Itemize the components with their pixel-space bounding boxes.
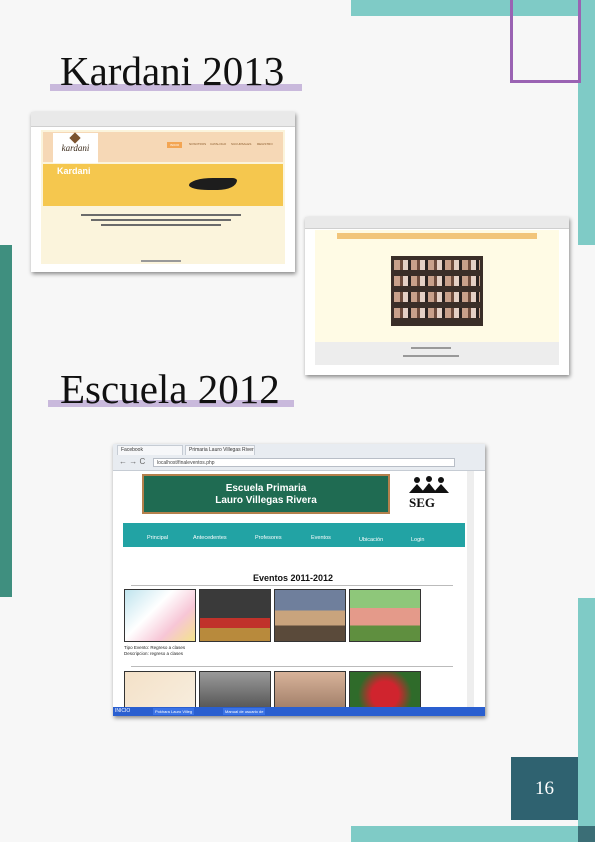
shelf-row <box>394 260 480 270</box>
event-thumb-mother-photo[interactable] <box>199 671 271 707</box>
event-thumb-back-to-school[interactable] <box>199 589 271 642</box>
intro-text-line <box>91 219 231 221</box>
page-number: 16 <box>511 757 578 820</box>
tab-facebook[interactable]: Facebook <box>117 445 183 455</box>
catalog-panel <box>315 230 559 342</box>
taskbar-item-browser[interactable]: Pokhara Lauro Villeg <box>153 708 195 715</box>
section-title-kardani: Kardani 2013 <box>60 48 285 94</box>
nav-principal[interactable]: Principal <box>147 535 168 541</box>
kardani-header: kardani INICIO NOSOTROS CATALOGO SUCURSA… <box>43 132 283 163</box>
shoe-icon <box>189 178 237 190</box>
event-thumb-children[interactable] <box>349 589 421 642</box>
shelf-row <box>394 276 480 286</box>
nav-eventos[interactable]: Eventos <box>311 535 331 541</box>
back-forward-icon[interactable]: ← → C <box>119 457 145 466</box>
seg-people-icon <box>409 476 449 493</box>
nav-catalogo[interactable]: CATALOGO <box>210 142 226 146</box>
banner-brand: Kardani <box>57 166 91 176</box>
seg-text: SEG <box>409 495 436 510</box>
browser-chrome: Facebook Primaria Lauro Villegas River ←… <box>113 444 485 471</box>
kardani-logo: kardani <box>53 132 98 163</box>
chalkboard-banner: Escuela Primaria Lauro Villegas Rivera <box>142 474 390 514</box>
left-green-bar <box>0 245 12 597</box>
school-nav: Principal Antecedentes Profesores Evento… <box>123 523 465 547</box>
event-thumb-regreso[interactable] <box>124 589 196 642</box>
divider <box>131 585 453 586</box>
url-bar[interactable]: localhost/finaleventos.php <box>153 458 455 467</box>
windows-taskbar: INICIO Pokhara Lauro Villeg Manual de us… <box>113 707 485 716</box>
nav-nosotros[interactable]: NOSOTROS <box>189 142 206 146</box>
school-line1: Escuela Primaria <box>225 483 307 494</box>
event-thumb-baby[interactable] <box>274 671 346 707</box>
catalog-header-bar <box>337 233 537 239</box>
nav-ubicacion[interactable]: Ubicación <box>359 537 383 543</box>
start-button[interactable]: INICIO <box>115 708 130 715</box>
events-title: Eventos 2011-2012 <box>252 573 334 583</box>
event-caption-desc: Descripcion: regreso a clases <box>124 651 184 656</box>
nav-inicio[interactable]: INICIO <box>167 142 183 148</box>
escuela-screenshot: Facebook Primaria Lauro Villegas River ←… <box>113 444 485 716</box>
kardani-screenshot: kardani INICIO NOSOTROS CATALOGO SUCURSA… <box>31 112 295 272</box>
nav-login[interactable]: Login <box>411 537 424 543</box>
shelf-row <box>394 308 480 318</box>
footer-text <box>403 355 459 357</box>
nav-sucursales[interactable]: SUCURSALES <box>231 142 251 146</box>
kardani-banner: Kardani <box>43 164 283 206</box>
section-title-escuela: Escuela 2012 <box>60 366 280 412</box>
catalog-page <box>315 230 559 365</box>
tab-primaria[interactable]: Primaria Lauro Villegas River <box>185 445 255 455</box>
footer-text <box>141 260 181 262</box>
intro-text-line <box>101 224 221 226</box>
seg-logo: SEG <box>403 475 455 513</box>
nav-registro[interactable]: REGISTRO <box>257 142 273 146</box>
intro-text-line <box>81 214 241 216</box>
purple-frame <box>510 0 581 83</box>
footer-text <box>411 347 451 349</box>
scrollbar[interactable] <box>467 471 474 707</box>
bottom-right-teal-bar <box>578 598 595 842</box>
kardani-catalog-screenshot <box>305 217 569 375</box>
event-caption-type: Tipo Evento: Regreso a clases <box>124 645 186 650</box>
nav-profesores[interactable]: Profesores <box>255 535 282 541</box>
event-thumb-mothers-day[interactable] <box>124 671 196 707</box>
nav-antecedentes[interactable]: Antecedentes <box>193 535 227 541</box>
browser-chrome <box>31 112 295 127</box>
logo-diamond-icon <box>69 132 81 144</box>
event-thumb-rose[interactable] <box>349 671 421 707</box>
divider <box>131 666 453 667</box>
corner-square <box>578 826 595 842</box>
shoe-shelf-image <box>391 256 483 326</box>
school-line2: Lauro Villegas Rivera <box>215 495 317 506</box>
event-thumb-classroom[interactable] <box>274 589 346 642</box>
kardani-page: kardani INICIO NOSOTROS CATALOGO SUCURSA… <box>41 130 285 264</box>
school-page: Escuela Primaria Lauro Villegas Rivera S… <box>123 471 475 707</box>
shelf-row <box>394 292 480 302</box>
logo-text: kardani <box>61 143 90 153</box>
browser-chrome <box>305 217 569 229</box>
bottom-teal-bar <box>351 826 595 842</box>
taskbar-item-manual[interactable]: Manual de usuario de <box>223 708 266 715</box>
